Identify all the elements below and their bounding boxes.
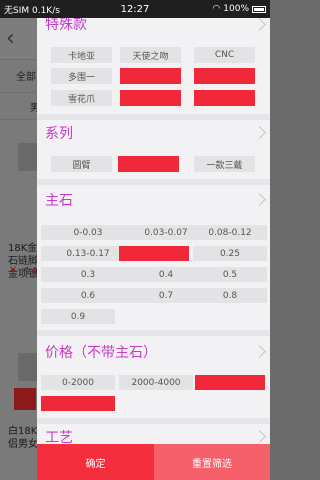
back-icon[interactable]: ‹: [6, 26, 15, 51]
battery-text: 100%: [223, 4, 249, 14]
option-cartier[interactable]: 卡地亚: [51, 47, 112, 63]
option-three-wear[interactable]: 一款三戴: [194, 156, 255, 172]
chevron-right-icon[interactable]: [253, 345, 266, 358]
section-title-special: 特殊款: [45, 18, 87, 33]
option-stone-size[interactable]: 0.08-0.12: [193, 225, 267, 240]
product-price-1: ￥: 14: [8, 266, 38, 277]
option-selected[interactable]: [194, 68, 255, 84]
option-selected[interactable]: [119, 246, 189, 261]
confirm-button[interactable]: 确定: [37, 444, 154, 480]
option-price-range[interactable]: 2000-4000: [119, 375, 193, 390]
option-cnc[interactable]: CNC: [194, 47, 255, 63]
option-stone-size[interactable]: 0.8: [193, 288, 267, 303]
section-divider: [37, 418, 270, 424]
section-divider: [37, 330, 270, 336]
status-icons: ◠ 100%: [166, 4, 266, 14]
reset-filter-button[interactable]: 重置筛选: [154, 444, 270, 480]
option-stone-size[interactable]: 0.25: [193, 246, 267, 261]
option-selected[interactable]: [118, 156, 179, 172]
option-price-range[interactable]: 0-2000: [41, 375, 115, 390]
clock: 12:27: [120, 3, 150, 15]
option-round-arm[interactable]: 圆臂: [51, 156, 112, 172]
section-title-price: 价格（不带主石）: [45, 345, 157, 361]
option-selected[interactable]: [195, 375, 265, 390]
chevron-right-icon[interactable]: [253, 193, 266, 206]
section-title-craft: 工艺: [45, 430, 73, 444]
wifi-icon: ◠: [212, 4, 221, 14]
status-bar: 无SIM 0.1K/s 12:27 ◠ 100%: [0, 0, 270, 18]
option-stone-size[interactable]: 0.5: [193, 267, 267, 282]
section-divider: [37, 114, 270, 120]
option-cluster[interactable]: 多围一: [51, 68, 112, 84]
filter-panel: 特殊款 卡地亚 天使之吻 CNC 多围一 雪花爪 系列 圆臂 一款三戴 主石 0…: [37, 18, 270, 444]
option-angel-kiss[interactable]: 天使之吻: [120, 47, 181, 63]
option-selected[interactable]: [41, 396, 115, 411]
option-selected[interactable]: [194, 90, 255, 106]
battery-icon: [252, 5, 266, 13]
product-title-2[interactable]: 白18K 侣男女: [8, 425, 38, 451]
product-image-2[interactable]: [14, 388, 36, 410]
chevron-right-icon[interactable]: [253, 430, 266, 443]
section-title-series: 系列: [45, 126, 73, 142]
option-selected[interactable]: [120, 90, 181, 106]
chevron-right-icon[interactable]: [253, 126, 266, 139]
section-title-main-stone: 主石: [45, 193, 73, 209]
option-snowflake-prong[interactable]: 雪花爪: [51, 90, 112, 106]
carrier-text: 无SIM 0.1K/s: [4, 5, 60, 16]
option-selected[interactable]: [120, 68, 181, 84]
option-stone-size[interactable]: 0.9: [41, 309, 115, 324]
chevron-right-icon[interactable]: [253, 18, 266, 31]
section-divider: [37, 179, 270, 185]
